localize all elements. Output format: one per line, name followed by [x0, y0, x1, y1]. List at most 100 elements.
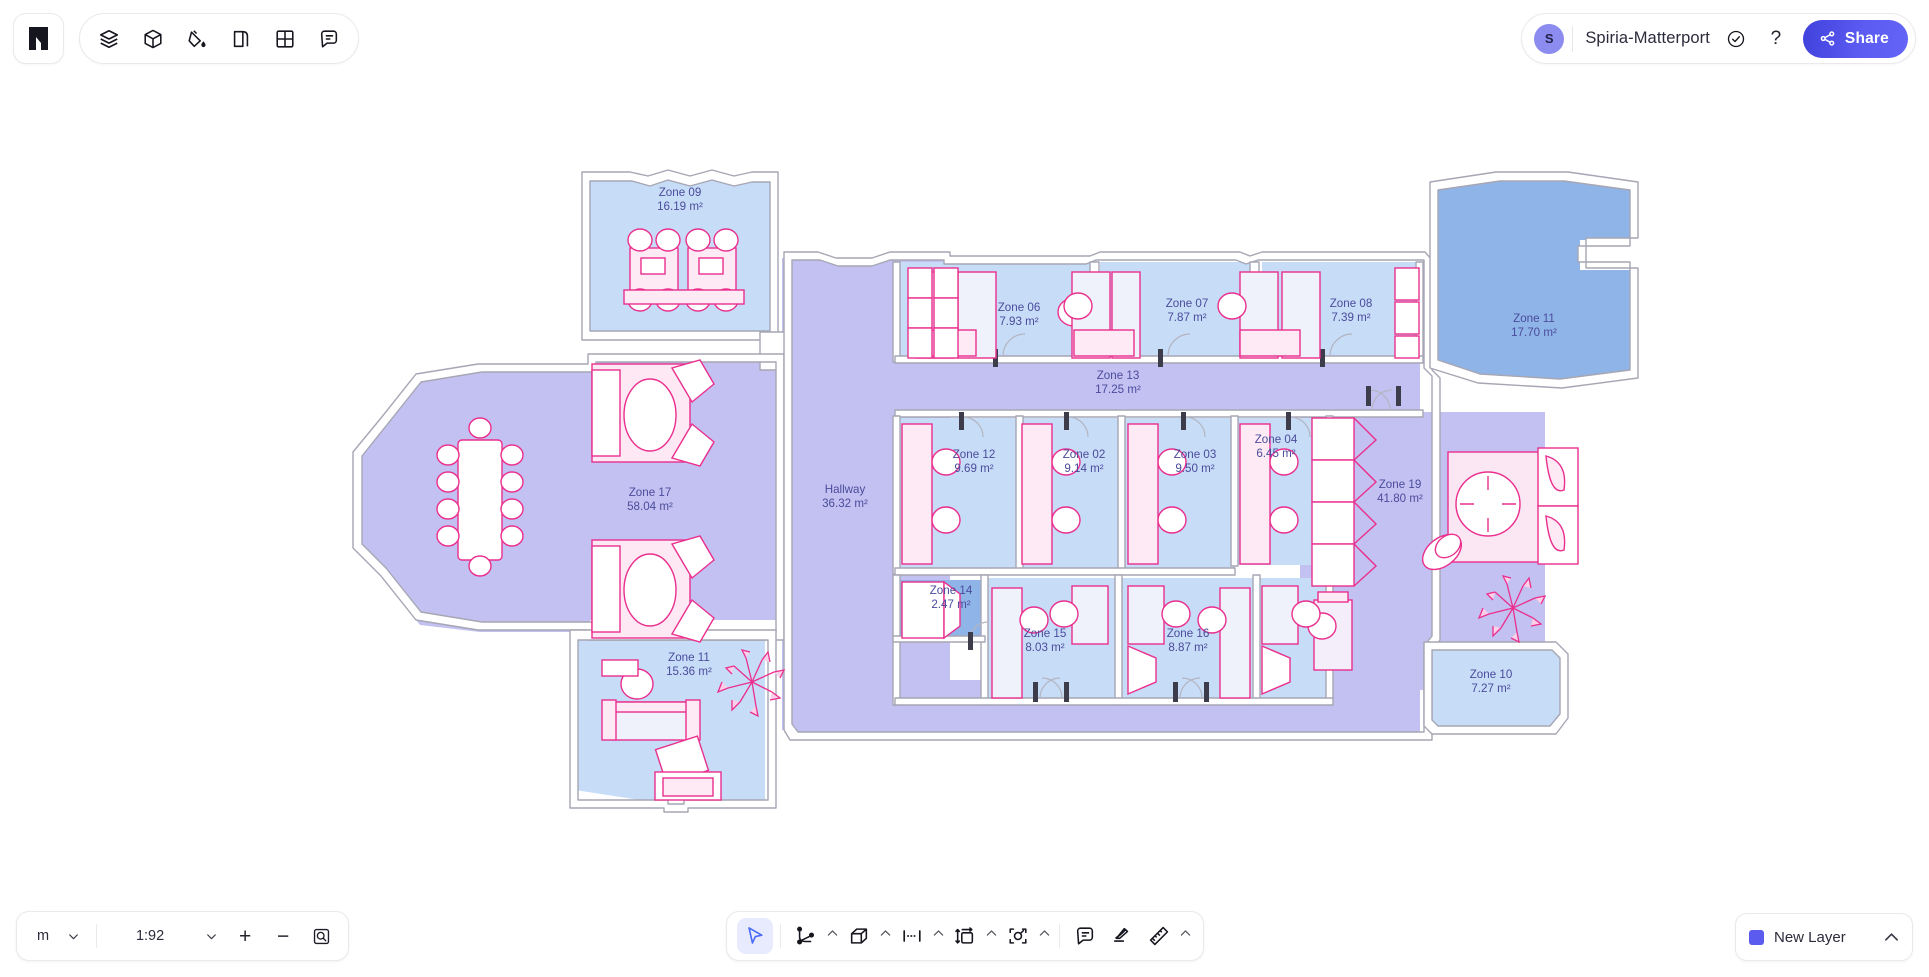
zone-label[interactable]: Zone 1115.36 m² [666, 651, 712, 678]
wall-tool-caret[interactable] [878, 918, 893, 954]
zone-name: Zone 02 [1063, 448, 1106, 461]
zoom-fit-icon [313, 928, 329, 944]
zone-label[interactable]: Zone 039.50 m² [1174, 448, 1217, 475]
scale-status-bar: m 1:92 + − [16, 911, 350, 961]
zone-label[interactable]: Zone 158.03 m² [1024, 627, 1067, 654]
chevron-up-icon [827, 930, 837, 936]
layers-icon [99, 29, 119, 48]
zone-name: Zone 08 [1330, 297, 1373, 310]
zone-label[interactable]: Zone 129.69 m² [953, 448, 996, 475]
measure-tool-button[interactable] [1141, 918, 1177, 954]
layers-button[interactable] [88, 18, 130, 60]
zone-name: Zone 03 [1174, 448, 1217, 461]
zone-label[interactable]: Zone 142.47 m² [930, 584, 973, 611]
zone-area: 9.50 m² [1175, 462, 1214, 475]
zone-name: Zone 07 [1166, 297, 1209, 310]
view-tool-group [79, 13, 359, 64]
zone-area: 17.25 m² [1095, 383, 1141, 396]
zoom-in-button[interactable]: + [228, 919, 262, 953]
scale-selector[interactable]: 1:92 [107, 924, 224, 948]
zone-label[interactable]: Zone 077.87 m² [1166, 297, 1209, 324]
save-status-button[interactable] [1720, 23, 1752, 55]
zone-area: 9.69 m² [954, 462, 993, 475]
duplicate-icon [233, 30, 249, 47]
zone-label[interactable]: Zone 087.39 m² [1330, 297, 1373, 324]
three-d-view-button[interactable] [132, 18, 174, 60]
zone-area: 8.03 m² [1025, 641, 1064, 654]
scan-tool-caret[interactable] [1037, 918, 1052, 954]
help-button[interactable]: ? [1760, 23, 1792, 55]
polyline-icon [796, 926, 814, 945]
zone-name: Zone 16 [1167, 627, 1210, 640]
fill-button[interactable] [176, 18, 218, 60]
zone-label[interactable]: Zone 168.87 m² [1167, 627, 1210, 654]
floorplan-canvas[interactable]: Zone 09 16.19 m² Zone 06 7.93 m² Zone 07 7.87… [0, 0, 1929, 977]
matterport-logo-icon [29, 27, 48, 50]
duplicate-button[interactable] [220, 18, 262, 60]
zone-label[interactable]: Zone 1941.80 m² [1377, 478, 1423, 505]
comment-icon [320, 29, 338, 48]
ruler-icon [1149, 926, 1168, 946]
share-label: Share [1844, 29, 1889, 47]
comments-button[interactable] [308, 18, 350, 60]
zone-label[interactable]: Zone 067.93 m² [998, 301, 1041, 328]
share-button[interactable]: Share [1802, 19, 1908, 58]
zoom-out-button[interactable]: − [266, 919, 300, 953]
divider [96, 924, 98, 948]
unit-selector[interactable]: m [31, 924, 86, 948]
avatar[interactable]: S [1534, 23, 1565, 54]
zone-name: Zone 13 [1097, 369, 1140, 382]
zone-area: 7.27 m² [1471, 682, 1510, 695]
zone-area: 9.14 m² [1064, 462, 1103, 475]
chevron-up-icon [1039, 930, 1049, 936]
help-label: ? [1770, 28, 1782, 49]
zone-label[interactable]: Hallway36.32 m² [822, 483, 868, 510]
transform-tool-button[interactable] [947, 918, 983, 954]
zone-name: Zone 04 [1255, 433, 1298, 446]
cube-icon [144, 29, 162, 48]
zone-label[interactable]: Zone 029.14 m² [1063, 448, 1106, 475]
app-logo-button[interactable] [13, 13, 64, 64]
dimension-tool-button[interactable] [894, 918, 930, 954]
zone-name: Zone 12 [953, 448, 996, 461]
floorplan-editor-app: Zone 09 16.19 m² Zone 06 7.93 m² Zone 07 7.87… [0, 0, 1929, 977]
zone-name: Hallway [825, 483, 866, 496]
zone-label[interactable]: Zone 1117.70 m² [1511, 312, 1557, 339]
comment-icon [1076, 927, 1093, 945]
zone-label[interactable]: Zone 1758.04 m² [627, 486, 673, 513]
dimension-tool-caret[interactable] [931, 918, 946, 954]
measure-tool-caret[interactable] [1178, 918, 1193, 954]
markup-tool-button[interactable] [1104, 918, 1140, 954]
transform-icon [954, 927, 973, 944]
zone-label[interactable]: Zone 046.45 m² [1255, 433, 1298, 460]
divider [1058, 924, 1060, 948]
zone-area: 7.93 m² [999, 315, 1038, 328]
chevron-up-icon [933, 930, 943, 936]
polyline-tool-button[interactable] [788, 918, 824, 954]
grid-icon [276, 29, 294, 48]
wall-tool-button[interactable] [841, 918, 877, 954]
zone-name: Zone 15 [1024, 627, 1067, 640]
scan-tool-button[interactable] [1000, 918, 1036, 954]
transform-tool-caret[interactable] [984, 918, 999, 954]
zone-area: 7.87 m² [1167, 311, 1206, 324]
polyline-tool-caret[interactable] [825, 918, 840, 954]
zoom-fit-button[interactable] [304, 919, 338, 953]
page-title: Spiria-Matterport [1585, 29, 1710, 47]
select-tool-button[interactable] [736, 918, 773, 954]
zone-label[interactable]: Zone 107.27 m² [1470, 668, 1513, 695]
scan-target-icon [1008, 928, 1027, 944]
layer-name-label: New Layer [1774, 928, 1846, 946]
layer-selector[interactable]: New Layer [1735, 913, 1913, 961]
grid-button[interactable] [264, 18, 306, 60]
chevron-down-icon [207, 933, 216, 939]
chevron-up-icon [1885, 933, 1898, 941]
comment-tool-button[interactable] [1067, 918, 1103, 954]
chevron-up-icon [880, 930, 890, 936]
zone-label[interactable]: Zone 1317.25 m² [1095, 369, 1141, 396]
zone-area: 6.45 m² [1256, 447, 1295, 460]
zone-name: Zone 11 [668, 651, 710, 664]
scale-value: 1:92 [135, 928, 165, 944]
zone-name: Zone 19 [1379, 478, 1422, 491]
zone-label[interactable]: Zone 0916.19 m² [657, 186, 703, 213]
